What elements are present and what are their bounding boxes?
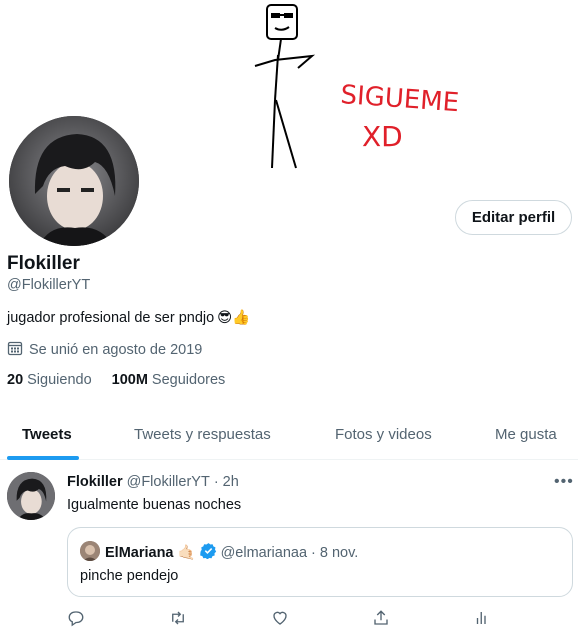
- reply-icon[interactable]: [67, 609, 87, 629]
- tab-tweets[interactable]: Tweets: [22, 408, 72, 460]
- followers-link[interactable]: 100M Seguidores: [112, 372, 226, 388]
- profile-avatar[interactable]: [6, 113, 142, 249]
- tweet-text: Igualmente buenas noches: [67, 497, 242, 513]
- following-link[interactable]: 20 Siguiendo: [7, 372, 92, 388]
- more-options-icon[interactable]: •••: [554, 473, 574, 491]
- separator-dot: ·: [311, 544, 316, 561]
- analytics-icon[interactable]: [473, 609, 493, 629]
- quote-date: 8 nov.: [319, 544, 359, 561]
- followers-count: 100M: [111, 372, 148, 388]
- tweet-actions: [67, 609, 497, 629]
- tweet-header: Flokiller @FlokillerYT · 2h: [67, 474, 239, 490]
- quote-author-emoji: 🤙🏻: [177, 545, 196, 561]
- tweet-author-handle[interactable]: @FlokillerYT: [127, 474, 210, 490]
- follow-stats: 20 Siguiendo 100M Seguidores: [7, 372, 225, 388]
- quote-author-name: ElMariana: [105, 544, 174, 561]
- quote-header: ElMariana 🤙🏻 @elmarianaa · 8 nov.: [105, 542, 358, 563]
- bio-text: jugador profesional de ser pndjo: [7, 309, 215, 326]
- tab-tweets-and-replies[interactable]: Tweets y respuestas: [134, 408, 271, 460]
- joined-date: Se unió en agosto de 2019: [7, 340, 202, 360]
- profile-name: Flokiller: [7, 253, 80, 274]
- doodle-text-2: XD: [362, 120, 403, 153]
- quoted-tweet[interactable]: ElMariana 🤙🏻 @elmarianaa · 8 nov. pinche…: [67, 527, 573, 597]
- tab-photos-videos[interactable]: Fotos y videos: [335, 408, 432, 460]
- tweet-author-name[interactable]: Flokiller: [67, 474, 123, 490]
- retweet-icon[interactable]: [169, 609, 189, 629]
- quote-text: pinche pendejo: [80, 568, 179, 584]
- joined-text: Se unió en agosto de 2019: [29, 342, 203, 358]
- edit-profile-button[interactable]: Editar perfil: [455, 200, 572, 235]
- bio-emojis: 😎👍: [217, 310, 251, 326]
- separator-dot: ·: [213, 474, 219, 490]
- quote-author-handle: @elmarianaa: [220, 544, 308, 561]
- profile-handle: @FlokillerYT: [7, 277, 91, 293]
- tweet[interactable]: Flokiller @FlokillerYT · 2h ••• Igualmen…: [0, 461, 578, 635]
- doodle-text-1: SIGUEME: [340, 80, 460, 118]
- quote-avatar: [80, 541, 100, 561]
- following-label: Siguiendo: [27, 372, 92, 388]
- profile-tabs: Tweets Tweets y respuestas Fotos y video…: [0, 408, 578, 460]
- verified-badge-icon: [199, 542, 217, 563]
- tweet-time[interactable]: 2h: [223, 474, 239, 490]
- tab-likes[interactable]: Me gusta: [495, 408, 557, 460]
- following-count: 20: [7, 372, 24, 388]
- like-icon[interactable]: [271, 609, 291, 629]
- share-icon[interactable]: [372, 609, 392, 629]
- calendar-icon: [7, 340, 23, 360]
- active-tab-indicator: [7, 456, 79, 460]
- profile-bio: jugador profesional de ser pndjo 😎👍: [7, 309, 251, 327]
- avatar-image: [9, 116, 139, 246]
- avatar-image: [7, 472, 55, 520]
- followers-label: Seguidores: [151, 372, 226, 388]
- tweet-avatar[interactable]: [7, 472, 55, 520]
